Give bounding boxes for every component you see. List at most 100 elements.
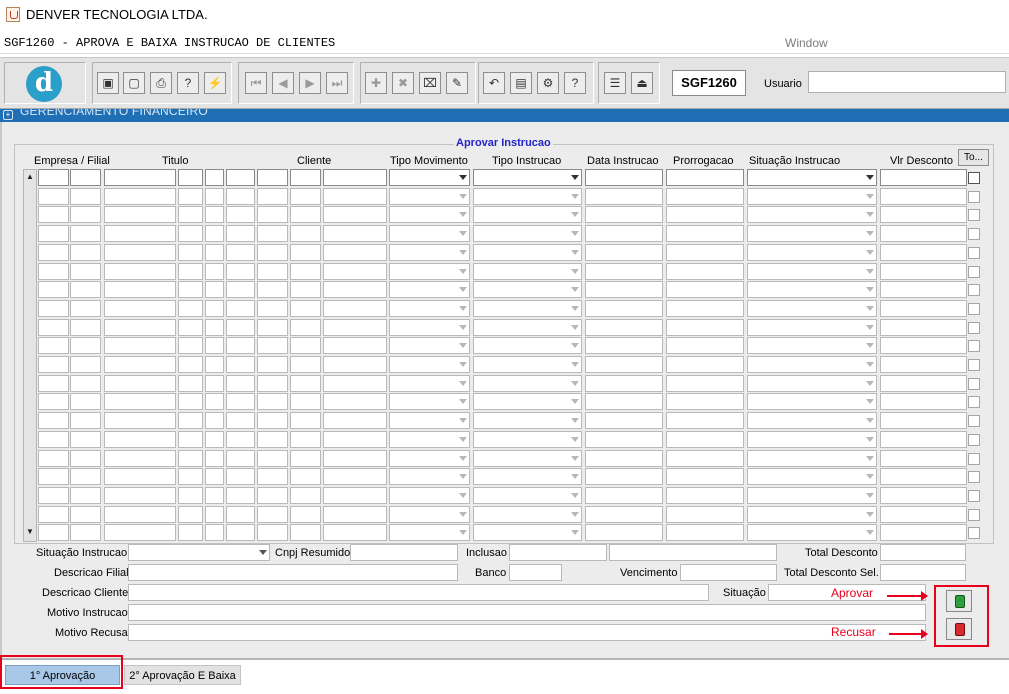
grid-cell[interactable] [666, 337, 744, 355]
grid-cell[interactable] [666, 169, 744, 186]
row-checkbox[interactable] [968, 209, 980, 222]
grid-cell[interactable] [178, 374, 203, 392]
grid-cell[interactable] [205, 505, 224, 523]
scroll-up-icon[interactable]: ▲ [25, 172, 35, 184]
grid-select-cell[interactable] [747, 169, 877, 186]
grid-cell[interactable] [585, 206, 663, 224]
grid-cell[interactable] [880, 187, 967, 205]
scroll-down-icon[interactable]: ▼ [25, 527, 35, 539]
grid-cell[interactable] [70, 430, 101, 448]
grid-select-cell[interactable] [389, 262, 470, 280]
grid-cell[interactable] [666, 468, 744, 486]
grid-cell[interactable] [666, 505, 744, 523]
grid-cell[interactable] [880, 337, 967, 355]
grid-cell[interactable] [585, 412, 663, 430]
grid-cell[interactable] [880, 262, 967, 280]
grid-cell[interactable] [666, 430, 744, 448]
grid-cell[interactable] [70, 281, 101, 299]
grid-cell[interactable] [323, 169, 387, 186]
grid-select-cell[interactable] [747, 187, 877, 205]
grid-cell[interactable] [323, 468, 387, 486]
grid-cell[interactable] [290, 505, 321, 523]
grid-cell[interactable] [666, 318, 744, 336]
grid-cell[interactable] [257, 486, 288, 504]
grid-cell[interactable] [323, 356, 387, 373]
grid-cell[interactable] [178, 281, 203, 299]
grid-select-cell[interactable] [473, 393, 582, 411]
grid-cell[interactable] [226, 206, 255, 224]
grid-cell[interactable] [585, 243, 663, 261]
grid-cell[interactable] [205, 299, 224, 317]
grid-select-cell[interactable] [747, 486, 877, 504]
row-checkbox[interactable] [968, 340, 980, 353]
collapse-icon[interactable]: + [3, 110, 13, 120]
grid-cell[interactable] [585, 449, 663, 467]
grid-select-cell[interactable] [389, 337, 470, 355]
grid-cell[interactable] [178, 486, 203, 504]
grid-select-cell[interactable] [473, 356, 582, 373]
grid-cell[interactable] [290, 169, 321, 186]
grid-cell[interactable] [38, 505, 69, 523]
recusar-button[interactable] [946, 618, 972, 640]
grid-cell[interactable] [178, 262, 203, 280]
help-button[interactable]: ? [564, 72, 586, 94]
previous-record-button[interactable]: ◀ [272, 72, 294, 94]
grid-cell[interactable] [38, 337, 69, 355]
situacao-instrucao-select[interactable] [128, 544, 270, 561]
grid-select-cell[interactable] [473, 449, 582, 467]
grid-cell[interactable] [104, 206, 176, 224]
grid-cell[interactable] [880, 430, 967, 448]
grid-cell[interactable] [38, 430, 69, 448]
grid-cell[interactable] [38, 225, 69, 243]
grid-cell[interactable] [70, 486, 101, 504]
grid-select-cell[interactable] [747, 281, 877, 299]
grid-cell[interactable] [70, 468, 101, 486]
grid-cell[interactable] [585, 337, 663, 355]
grid-cell[interactable] [178, 337, 203, 355]
clear-record-button[interactable]: ⌧ [419, 72, 441, 94]
grid-cell[interactable] [38, 318, 69, 336]
undo-button[interactable]: ↶ [483, 72, 505, 94]
grid-cell[interactable] [205, 318, 224, 336]
grid-cell[interactable] [880, 243, 967, 261]
grid-cell[interactable] [257, 505, 288, 523]
grid-cell[interactable] [226, 449, 255, 467]
next-record-button[interactable]: ▶ [299, 72, 321, 94]
grid-cell[interactable] [290, 318, 321, 336]
grid-cell[interactable] [257, 225, 288, 243]
grid-select-cell[interactable] [473, 318, 582, 336]
grid-cell[interactable] [585, 299, 663, 317]
grid-cell[interactable] [323, 374, 387, 392]
print-button[interactable]: ⎙ [150, 72, 172, 94]
grid-cell[interactable] [257, 356, 288, 373]
grid-select-cell[interactable] [747, 356, 877, 373]
inclusao-date-field[interactable] [509, 544, 607, 561]
grid-select-cell[interactable] [389, 412, 470, 430]
grid-cell[interactable] [880, 393, 967, 411]
settings-button[interactable]: ⚙ [537, 72, 559, 94]
grid-select-cell[interactable] [473, 299, 582, 317]
grid-cell[interactable] [257, 169, 288, 186]
row-checkbox[interactable] [968, 527, 980, 540]
grid-cell[interactable] [104, 337, 176, 355]
grid-cell[interactable] [226, 299, 255, 317]
grid-cell[interactable] [205, 430, 224, 448]
grid-cell[interactable] [585, 393, 663, 411]
grid-cell[interactable] [323, 337, 387, 355]
grid-cell[interactable] [104, 187, 176, 205]
grid-cell[interactable] [585, 318, 663, 336]
grid-cell[interactable] [666, 262, 744, 280]
grid-select-cell[interactable] [747, 299, 877, 317]
grid-cell[interactable] [666, 524, 744, 542]
grid-cell[interactable] [178, 449, 203, 467]
grid-cell[interactable] [178, 299, 203, 317]
grid-cell[interactable] [257, 430, 288, 448]
grid-select-cell[interactable] [473, 169, 582, 186]
grid-cell[interactable] [38, 449, 69, 467]
grid-cell[interactable] [104, 449, 176, 467]
execute-query-button[interactable]: ⚡ [204, 72, 226, 94]
grid-cell[interactable] [666, 225, 744, 243]
insert-record-button[interactable]: ✚ [365, 72, 387, 94]
grid-select-cell[interactable] [473, 337, 582, 355]
grid-cell[interactable] [38, 412, 69, 430]
